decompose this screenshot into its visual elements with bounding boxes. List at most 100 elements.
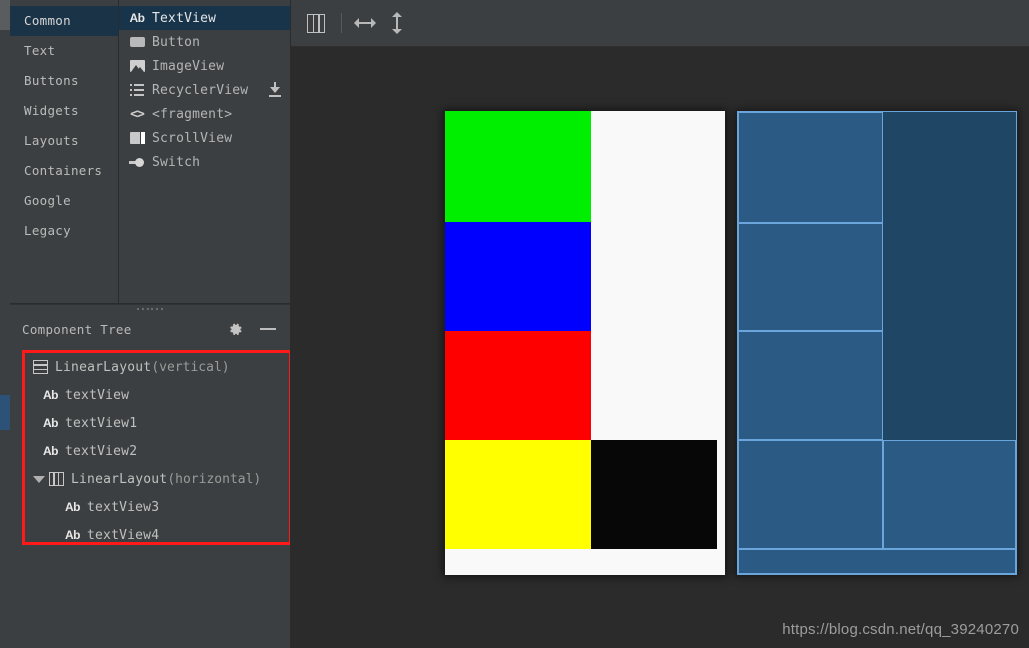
preview-cell-green: [445, 111, 591, 223]
toolbar-separator: [341, 13, 342, 33]
blueprint-cell: [738, 331, 883, 440]
blueprint-row: [738, 331, 1016, 440]
palette-item-label: ScrollView: [152, 130, 233, 146]
preview-cell-empty: [590, 331, 725, 441]
blueprint-cell-empty: [882, 222, 1016, 332]
blueprint-cell: [738, 440, 883, 549]
palette-item-label: <fragment>: [152, 106, 233, 122]
columns-icon: [307, 13, 325, 33]
button-icon: [129, 34, 145, 50]
preview-row: [445, 222, 725, 332]
preview-cell-blue: [445, 222, 591, 332]
tree-row[interactable]: Ab textView: [25, 381, 289, 409]
palette-item-switch[interactable]: Switch: [119, 150, 290, 174]
design-surface-preview[interactable]: [445, 111, 725, 575]
tree-node-label: textView2: [65, 443, 138, 459]
palette-category-label: Buttons: [24, 73, 79, 88]
text-ab-icon: Ab: [43, 416, 59, 430]
code-brackets-icon: <>: [130, 106, 145, 122]
linearlayout-vertical-icon: [33, 360, 48, 374]
palette-category-widgets[interactable]: Widgets: [10, 96, 118, 126]
palette-item-label: Button: [152, 34, 201, 50]
palette-category-google[interactable]: Google: [10, 186, 118, 216]
palette-category-label: Layouts: [24, 133, 79, 148]
component-tree-header: Component Tree: [10, 315, 290, 343]
palette-category-label: Google: [24, 193, 71, 208]
tree-row[interactable]: LinearLayout (vertical): [25, 353, 289, 381]
blueprint-cell-empty: [882, 331, 1016, 440]
tree-row[interactable]: Ab textView2: [25, 437, 289, 465]
preview-row-horizontal: [445, 440, 725, 550]
tree-node-label: LinearLayout: [55, 359, 152, 375]
blueprint-row-footer: [738, 548, 1016, 574]
tree-node-label: textView1: [65, 415, 138, 431]
gear-icon[interactable]: [227, 321, 244, 338]
palette-category-label: Containers: [24, 163, 103, 178]
blueprint-cell: [738, 548, 1016, 574]
palette-category-buttons[interactable]: Buttons: [10, 66, 118, 96]
minimize-icon[interactable]: [260, 328, 276, 330]
scrollview-icon: [129, 130, 145, 146]
palette-category-text[interactable]: Text: [10, 36, 118, 66]
tree-row[interactable]: Ab textView3: [25, 493, 289, 521]
blueprint-surface-preview[interactable]: [737, 111, 1017, 575]
tree-row[interactable]: LinearLayout (horizontal): [25, 465, 289, 493]
palette-item-fragment[interactable]: <> <fragment>: [119, 102, 290, 126]
chevron-down-icon[interactable]: [33, 475, 45, 483]
palette-category-containers[interactable]: Containers: [10, 156, 118, 186]
palette-item-imageview[interactable]: ImageView: [119, 54, 290, 78]
component-tree-title: Component Tree: [22, 321, 132, 337]
preview-cell-black: [590, 440, 717, 550]
palette-category-label: Widgets: [24, 103, 79, 118]
panel-splitter[interactable]: [10, 304, 290, 315]
preview-cell-empty: [590, 222, 725, 332]
palette-category-layouts[interactable]: Layouts: [10, 126, 118, 156]
palette-item-button[interactable]: Button: [119, 30, 290, 54]
linearlayout-horizontal-icon: [49, 472, 64, 486]
horizontal-arrow-icon: [354, 17, 376, 29]
preview-cell-empty: [590, 111, 725, 223]
list-icon: [129, 82, 145, 98]
watermark-text: https://blog.csdn.net/qq_39240270: [782, 621, 1019, 638]
tree-row[interactable]: Ab textView4: [25, 521, 289, 549]
preview-row-footer: [445, 549, 725, 575]
palette-item-label: ImageView: [152, 58, 225, 74]
palette-item-label: Switch: [152, 154, 201, 170]
download-icon[interactable]: [268, 82, 282, 97]
palette-item-recyclerview[interactable]: RecyclerView: [119, 78, 290, 102]
palette-item-scrollview[interactable]: ScrollView: [119, 126, 290, 150]
tree-node-label: LinearLayout: [71, 471, 168, 487]
palette-category-common[interactable]: Common: [10, 6, 118, 36]
blueprint-cell-empty: [882, 112, 1016, 223]
blueprint-row-horizontal: [738, 440, 1016, 549]
fit-horizontal-button[interactable]: [352, 10, 378, 36]
left-dock: Common Text Buttons Widgets Layouts Cont…: [10, 0, 292, 648]
preview-row: [445, 331, 725, 441]
blueprint-row: [738, 112, 1016, 223]
palette-category-legacy[interactable]: Legacy: [10, 216, 118, 246]
tree-node-label: textView: [65, 387, 130, 403]
tree-node-label: textView4: [87, 527, 160, 543]
view-mode-button[interactable]: [303, 10, 329, 36]
palette-widget-list: Ab TextView Button ImageView RecyclerVie…: [119, 0, 290, 303]
tree-node-label: textView3: [87, 499, 160, 515]
splitter-grip-icon: [137, 308, 163, 312]
palette-item-textview[interactable]: Ab TextView: [119, 6, 290, 30]
tree-row[interactable]: Ab textView1: [25, 409, 289, 437]
tree-node-qualifier: (horizontal): [167, 471, 262, 487]
blueprint-row: [738, 222, 1016, 332]
design-toolbar: [291, 0, 1029, 47]
component-tree-highlight-box: LinearLayout (vertical) Ab textView Ab t…: [22, 350, 292, 545]
palette-panel: Common Text Buttons Widgets Layouts Cont…: [10, 0, 290, 304]
palette-category-label: Text: [24, 43, 56, 58]
design-canvas[interactable]: https://blog.csdn.net/qq_39240270: [291, 47, 1029, 648]
tool-strip-active-tab-accent[interactable]: [0, 395, 10, 430]
fit-vertical-button[interactable]: [384, 10, 410, 36]
preview-cell-empty: [445, 549, 725, 575]
text-ab-icon: Ab: [43, 444, 59, 458]
preview-row: [445, 111, 725, 223]
vertical-arrow-icon: [391, 12, 403, 34]
blueprint-cell: [882, 440, 1016, 549]
preview-cell-yellow: [445, 440, 591, 550]
left-tool-strip: [0, 0, 10, 648]
